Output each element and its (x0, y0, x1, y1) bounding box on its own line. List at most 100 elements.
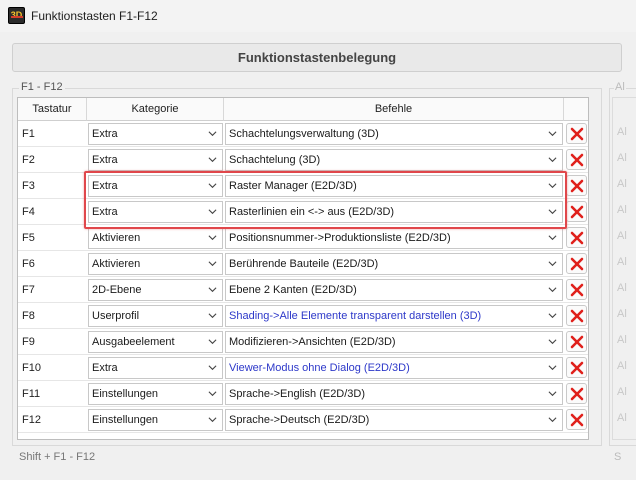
function-key-label: F2 (22, 154, 35, 166)
category-value: Extra (92, 154, 118, 166)
chevron-down-icon (208, 365, 217, 371)
command-select[interactable]: Schachtelung (3D) (225, 149, 563, 171)
delete-button[interactable] (566, 123, 587, 144)
category-value: Aktivieren (92, 258, 141, 270)
right-column-label: Al (617, 308, 627, 320)
command-value: Modifizieren->Ansichten (E2D/3D) (229, 336, 396, 348)
chevron-down-icon (548, 365, 557, 371)
right-column-label: Al (617, 386, 627, 398)
command-value: Berührende Bauteile (E2D/3D) (229, 258, 379, 270)
category-value: Aktivieren (92, 232, 141, 244)
command-select[interactable]: Modifizieren->Ansichten (E2D/3D) (225, 331, 563, 353)
delete-button[interactable] (566, 305, 587, 326)
category-select[interactable]: Userprofil (88, 305, 223, 327)
highlight-frame (84, 171, 567, 229)
chevron-down-icon (548, 287, 557, 293)
command-select[interactable]: Sprache->English (E2D/3D) (225, 383, 563, 405)
command-select[interactable]: Berührende Bauteile (E2D/3D) (225, 253, 563, 275)
command-value: Schachtelung (3D) (229, 154, 321, 166)
right-column-label: Al (617, 334, 627, 346)
command-select[interactable]: Viewer-Modus ohne Dialog (E2D/3D) (225, 357, 563, 379)
right-column-label: Al (617, 256, 627, 268)
chevron-down-icon (548, 261, 557, 267)
function-key-label: F5 (22, 232, 35, 244)
table-row: F2 Extra Schachtelung (3D) (18, 147, 588, 173)
delete-button[interactable] (566, 227, 587, 248)
category-value: Extra (92, 128, 118, 140)
delete-button[interactable] (566, 253, 587, 274)
chevron-down-icon (208, 157, 217, 163)
table-row: F8 Userprofil Shading->Alle Elemente trans… (18, 303, 588, 329)
command-select[interactable]: Positionsnummer->Produktionsliste (E2D/3… (225, 227, 563, 249)
delete-button[interactable] (566, 409, 587, 430)
category-select[interactable]: Ausgabeelement (88, 331, 223, 353)
command-select[interactable]: Schachtelungsverwaltung (3D) (225, 123, 563, 145)
delete-x-icon (570, 153, 583, 166)
function-key-label: F3 (22, 180, 35, 192)
table-row: F6 Aktivieren Berührende Bauteile (E2D/3D) (18, 251, 588, 277)
delete-x-icon (570, 387, 583, 400)
command-value: Positionsnummer->Produktionsliste (E2D/3… (229, 232, 451, 244)
command-select[interactable]: Sprache->Deutsch (E2D/3D) (225, 409, 563, 431)
command-select[interactable]: Ebene 2 Kanten (E2D/3D) (225, 279, 563, 301)
group-label-f1-f12: F1 - F12 (19, 81, 65, 93)
category-select[interactable]: Einstellungen (88, 383, 223, 405)
category-value: Extra (92, 362, 118, 374)
right-column-label: Al (617, 282, 627, 294)
delete-button[interactable] (566, 357, 587, 378)
table-row: F7 2D-Ebene Ebene 2 Kanten (E2D/3D) (18, 277, 588, 303)
delete-x-icon (570, 257, 583, 270)
right-column-label: Al (617, 412, 627, 424)
delete-button[interactable] (566, 149, 587, 170)
column-header-delete (564, 98, 588, 121)
chevron-down-icon (548, 417, 557, 423)
chevron-down-icon (208, 261, 217, 267)
delete-button[interactable] (566, 175, 587, 196)
delete-x-icon (570, 309, 583, 322)
command-value: Sprache->Deutsch (E2D/3D) (229, 414, 370, 426)
command-value: Schachtelungsverwaltung (3D) (229, 128, 379, 140)
category-select[interactable]: Aktivieren (88, 227, 223, 249)
title-bar: 3D Funktionstasten F1-F12 (0, 0, 636, 32)
right-column-partial: Al Al Al Al Al Al Al Al Al Al Al Al (612, 97, 636, 440)
category-select[interactable]: Einstellungen (88, 409, 223, 431)
category-select[interactable]: Aktivieren (88, 253, 223, 275)
category-select[interactable]: Extra (88, 123, 223, 145)
command-value: Ebene 2 Kanten (E2D/3D) (229, 284, 357, 296)
delete-x-icon (570, 283, 583, 296)
column-header-command: Befehle (224, 98, 564, 121)
chevron-down-icon (208, 339, 217, 345)
function-key-label: F6 (22, 258, 35, 270)
window-title: Funktionstasten F1-F12 (31, 9, 158, 23)
delete-x-icon (570, 205, 583, 218)
category-value: Einstellungen (92, 414, 159, 426)
function-key-label: F8 (22, 310, 35, 322)
delete-x-icon (570, 335, 583, 348)
command-select[interactable]: Shading->Alle Elemente transparent darst… (225, 305, 563, 327)
group-label-right: Al (614, 81, 626, 93)
right-column-label: Al (617, 360, 627, 372)
command-value: Sprache->English (E2D/3D) (229, 388, 366, 400)
function-key-label: F10 (22, 362, 41, 374)
chevron-down-icon (548, 157, 557, 163)
category-select[interactable]: Extra (88, 357, 223, 379)
group-label-shift-f1-f12: Shift + F1 - F12 (19, 451, 96, 463)
table-row: F1 Extra Schachtelungsverwaltung (3D) (18, 121, 588, 147)
function-key-label: F7 (22, 284, 35, 296)
delete-button[interactable] (566, 201, 587, 222)
chevron-down-icon (548, 339, 557, 345)
category-value: Ausgabeelement (92, 336, 175, 348)
delete-x-icon (570, 179, 583, 192)
delete-button[interactable] (566, 279, 587, 300)
command-value: Shading->Alle Elemente transparent darst… (229, 310, 482, 322)
delete-button[interactable] (566, 383, 587, 404)
category-value: Userprofil (92, 310, 140, 322)
chevron-down-icon (208, 131, 217, 137)
category-select[interactable]: Extra (88, 149, 223, 171)
group-label-bottom-right: S (614, 451, 622, 463)
category-select[interactable]: 2D-Ebene (88, 279, 223, 301)
chevron-down-icon (208, 313, 217, 319)
function-key-label: F12 (22, 414, 41, 426)
chevron-down-icon (548, 313, 557, 319)
delete-button[interactable] (566, 331, 587, 352)
